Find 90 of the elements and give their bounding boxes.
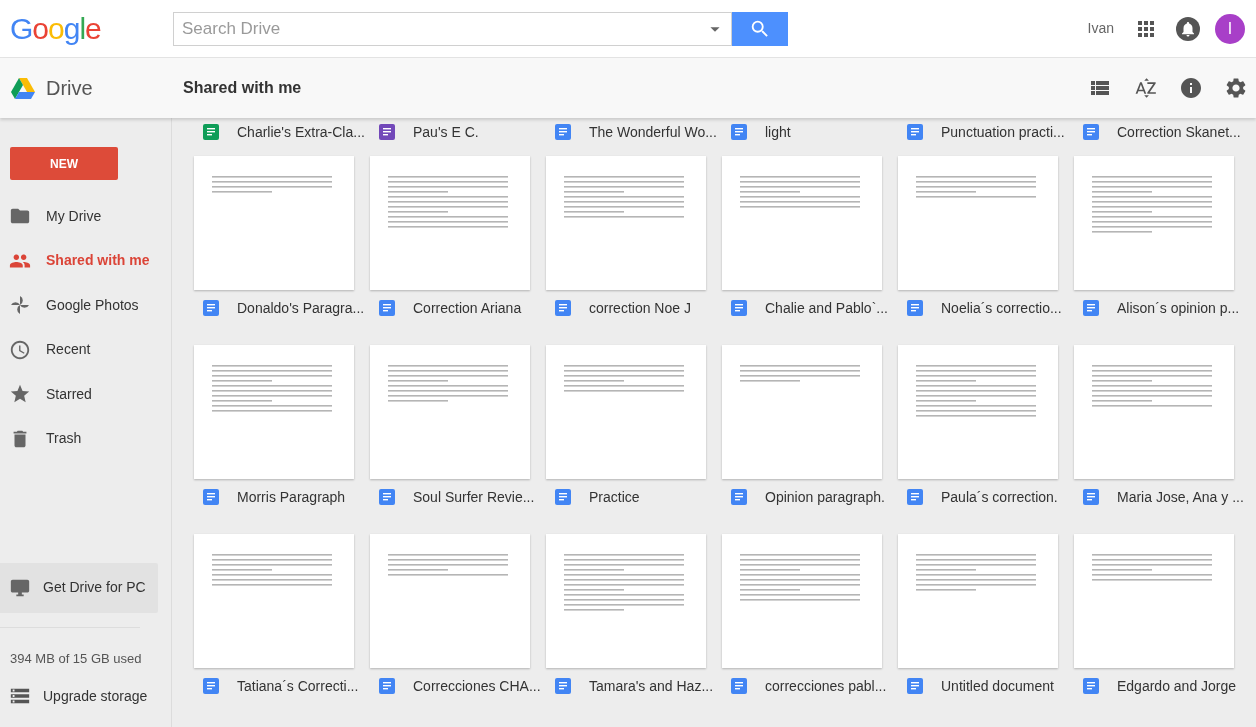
file-name[interactable]: Tatiana´s Correcti...: [237, 675, 359, 697]
document-thumbnail[interactable]: [370, 534, 530, 668]
file-type-icon: [203, 300, 219, 316]
document-thumbnail[interactable]: [194, 345, 354, 479]
sidebar-item[interactable]: Starred: [0, 372, 171, 417]
file-type-icon: [203, 489, 219, 505]
avatar[interactable]: I: [1215, 13, 1245, 44]
document-thumbnail[interactable]: [722, 345, 882, 479]
file-type-icon: [1083, 678, 1099, 694]
page-title: Shared with me: [183, 78, 302, 98]
document-thumbnail[interactable]: [722, 156, 882, 290]
document-thumbnail[interactable]: [1074, 534, 1234, 668]
file-type-icon: [731, 678, 747, 694]
file-name[interactable]: Pau's E C.: [413, 121, 479, 143]
file-type-icon: [379, 489, 395, 505]
upgrade-storage-link[interactable]: Upgrade storage: [0, 685, 171, 707]
file-name[interactable]: Untitled document: [941, 675, 1054, 697]
file-type-icon: [907, 678, 923, 694]
file-name[interactable]: Alison´s opinion p...: [1117, 297, 1240, 319]
file-name[interactable]: Paula´s correction.: [941, 486, 1058, 508]
file-name[interactable]: correction Noe J: [589, 297, 691, 319]
document-thumbnail[interactable]: [546, 345, 706, 479]
settings-icon[interactable]: [1224, 76, 1248, 100]
info-icon[interactable]: [1179, 76, 1203, 100]
search-field[interactable]: Search Drive: [173, 11, 732, 46]
file-type-icon: [379, 124, 395, 140]
file-type-icon: [907, 489, 923, 505]
file-name[interactable]: Edgardo and Jorge: [1117, 675, 1237, 697]
file-name[interactable]: correcciones pabl...: [765, 675, 887, 697]
document-thumbnail[interactable]: [722, 534, 882, 668]
file-name[interactable]: Practice: [589, 486, 640, 508]
file-type-icon: [731, 124, 747, 140]
file-name[interactable]: Chalie and Pablo`...: [765, 297, 888, 319]
bell-icon[interactable]: [1176, 16, 1200, 41]
pinwheel-icon: [9, 294, 31, 317]
document-thumbnail[interactable]: [898, 156, 1058, 290]
file-name[interactable]: Soul Surfer Revie...: [413, 486, 535, 508]
file-type-icon: [907, 300, 923, 316]
sidebar-item[interactable]: Trash: [0, 416, 171, 461]
file-type-icon: [907, 124, 923, 140]
file-name[interactable]: Correction Ariana: [413, 297, 522, 319]
drive-logo-icon[interactable]: [11, 77, 35, 99]
file-name[interactable]: Punctuation practi...: [941, 121, 1065, 143]
document-thumbnail[interactable]: [194, 156, 354, 290]
file-name[interactable]: light: [765, 121, 791, 143]
file-type-icon: [1083, 124, 1099, 140]
user-name[interactable]: Ivan: [1087, 18, 1114, 39]
new-button[interactable]: NEW: [10, 147, 118, 180]
file-name[interactable]: Noelia´s correctio...: [941, 297, 1062, 319]
sort-icon[interactable]: [1134, 76, 1158, 100]
document-thumbnail[interactable]: [546, 534, 706, 668]
document-thumbnail[interactable]: [370, 345, 530, 479]
clock-icon: [9, 338, 31, 361]
sidebar-item[interactable]: Recent: [0, 327, 171, 372]
file-name[interactable]: Tamara's and Haz...: [589, 675, 714, 697]
document-thumbnail[interactable]: [370, 156, 530, 290]
search-button[interactable]: [732, 11, 788, 46]
file-type-icon: [731, 489, 747, 505]
file-name[interactable]: Morris Paragraph: [237, 486, 346, 508]
sidebar-item[interactable]: Shared with me: [0, 238, 171, 283]
document-thumbnail[interactable]: [546, 156, 706, 290]
file-type-icon: [555, 124, 571, 140]
file-name[interactable]: The Wonderful Wo...: [589, 121, 717, 143]
sidebar-item[interactable]: Google Photos: [0, 283, 171, 328]
file-name[interactable]: Opinion paragraph.: [765, 486, 885, 508]
file-type-icon: [379, 300, 395, 316]
sidebar-item[interactable]: My Drive: [0, 194, 171, 239]
document-thumbnail[interactable]: [194, 534, 354, 668]
file-type-icon: [731, 300, 747, 316]
file-name[interactable]: Donaldo's Paragra...: [237, 297, 365, 319]
file-name[interactable]: Correction Skanet...: [1117, 121, 1241, 143]
file-name[interactable]: Maria Jose, Ana y ...: [1117, 486, 1244, 508]
file-type-icon: [203, 124, 219, 140]
file-type-icon: [1083, 489, 1099, 505]
document-thumbnail[interactable]: [898, 534, 1058, 668]
file-name[interactable]: Charlie's Extra-Cla...: [237, 121, 365, 143]
document-thumbnail[interactable]: [1074, 156, 1234, 290]
get-drive-button[interactable]: Get Drive for PC: [0, 562, 158, 613]
file-type-icon: [379, 678, 395, 694]
app-name: Drive: [46, 76, 94, 101]
document-thumbnail[interactable]: [1074, 345, 1234, 479]
file-type-icon: [555, 489, 571, 505]
file-type-icon: [1083, 300, 1099, 316]
file-name[interactable]: Correcciones CHA...: [413, 675, 541, 697]
file-type-icon: [555, 300, 571, 316]
file-type-icon: [203, 678, 219, 694]
google-logo[interactable]: Google: [10, 6, 150, 51]
file-type-icon: [555, 678, 571, 694]
storage-usage: 394 MB of 15 GB used: [10, 649, 143, 668]
document-thumbnail[interactable]: [898, 345, 1058, 479]
